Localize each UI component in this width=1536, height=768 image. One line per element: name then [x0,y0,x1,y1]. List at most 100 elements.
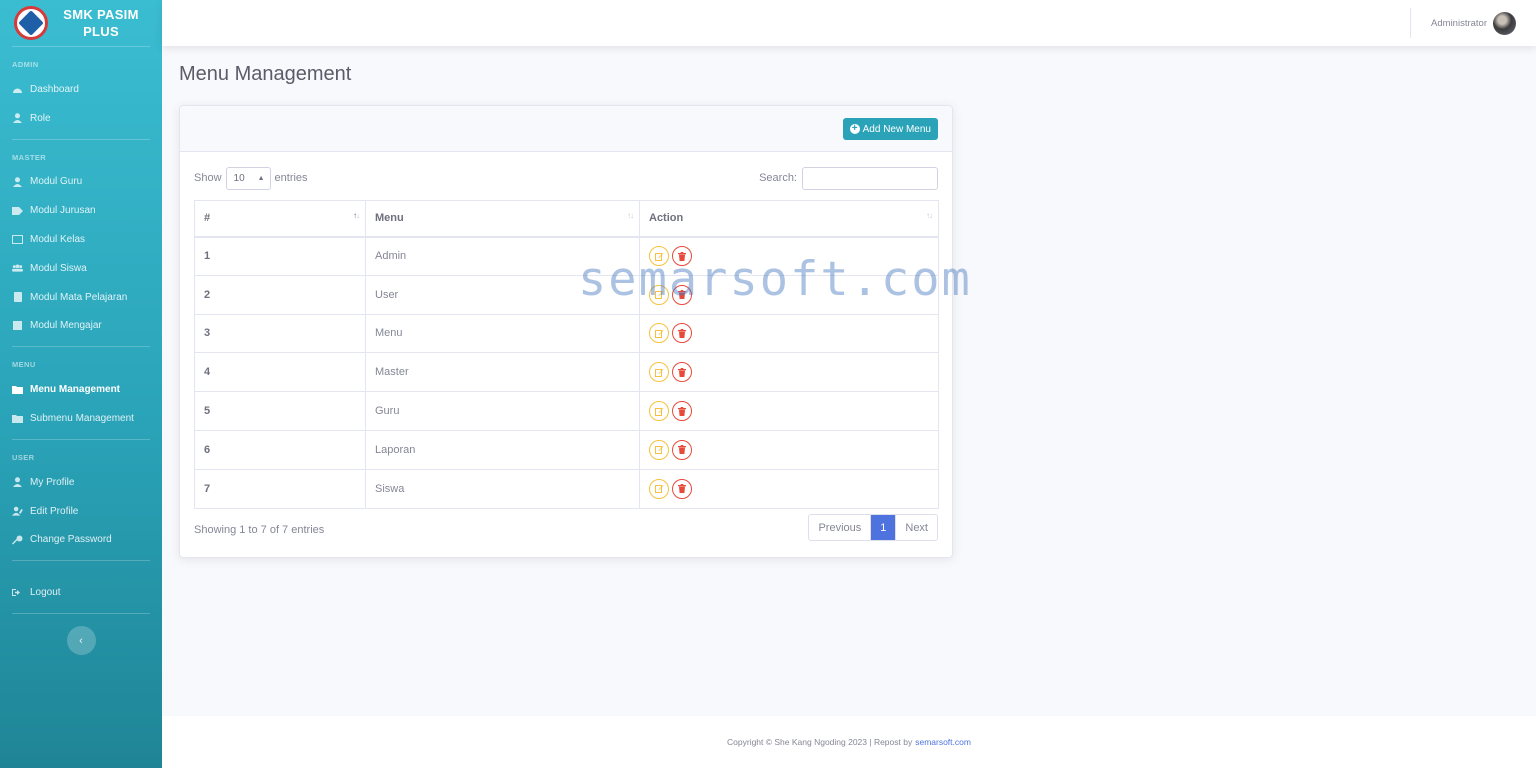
sidebar-item-label: Modul Mengajar [30,320,102,332]
sidebar-item-modul-guru[interactable]: Modul Guru [0,168,162,197]
sidebar-item-logout[interactable]: Logout [0,578,162,607]
edit-button[interactable] [649,362,669,383]
add-new-menu-label: Add New Menu [862,123,931,135]
pagination-previous[interactable]: Previous [809,515,872,540]
sidebar-heading-user: USER [12,452,35,462]
user-edit-icon [12,506,23,516]
avatar [1493,11,1516,35]
sidebar-heading-menu: MENU [12,360,36,370]
delete-button[interactable] [672,323,692,344]
username: Administrator [1431,17,1487,29]
sidebar-divider [12,613,150,615]
page-length-select[interactable]: 10 ▲︎ [225,166,271,190]
sidebar-brand[interactable]: SMK PASIM PLUS [0,0,162,46]
sidebar-item-label: Modul Jurusan [30,205,96,217]
sidebar-item-dashboard[interactable]: Dashboard [0,75,162,104]
sidebar-item-modul-mengajar[interactable]: Modul Mengajar [0,312,162,341]
sidebar-item-label: Role [30,112,51,124]
pagination: Previous 1 Next [808,514,938,541]
edit-button[interactable] [649,401,669,422]
chevron-left-icon: ‹ [79,634,83,647]
edit-icon [654,252,663,261]
folder-open-icon [12,414,23,424]
table-row: 6 Laporan [194,429,939,470]
tag-icon [12,206,23,216]
book-icon [12,292,23,303]
row-actions [639,429,939,470]
key-icon [12,535,23,545]
row-number: 2 [194,274,366,315]
sort-icon: ↑↓ [926,211,933,220]
search-control: Search: [759,166,938,190]
sidebar-item-edit-profile[interactable]: Edit Profile [0,497,162,526]
edit-button[interactable] [649,246,669,267]
footer-text: Copyright © She Kang Ngoding 2023 | Repo… [727,737,913,747]
menu-table-card: + Add New Menu Show 10 ▲︎ entries Search… [179,105,953,558]
delete-button[interactable] [672,362,692,383]
row-actions [639,468,939,509]
edit-button[interactable] [649,323,669,344]
brand-name: SMK PASIM PLUS [63,7,139,39]
table-row: 1 Admin [194,236,939,276]
sidebar-item-modul-mata-pelajaran[interactable]: Modul Mata Pelajaran [0,283,162,312]
delete-button[interactable] [672,246,692,267]
user-dropdown[interactable]: Administrator [1410,8,1516,38]
school-logo-icon [14,6,48,40]
sidebar-item-label: My Profile [30,476,75,488]
sidebar-heading-admin: ADMIN [12,60,39,69]
sidebar-item-change-password[interactable]: Change Password [0,526,162,555]
column-header-menu[interactable]: Menu ↑↓ [365,200,640,238]
sidebar-item-my-profile[interactable]: My Profile [0,468,162,497]
row-menu-name: Siswa [365,468,640,509]
sign-out-icon [12,588,23,598]
menu-table: # ↑↓ Menu ↑↓ Action ↑↓ 1 Admin 2 User 3 Menu 4 Mas… [194,200,939,509]
table-header-row: # ↑↓ Menu ↑↓ Action ↑↓ [194,200,939,238]
edit-button[interactable] [649,439,669,460]
table-row: 4 Master [194,352,939,393]
row-actions [639,391,939,431]
delete-button[interactable] [672,478,692,499]
pagination-next[interactable]: Next [895,515,937,540]
pagination-page-1[interactable]: 1 [871,515,896,540]
sidebar-item-submenu-management[interactable]: Submenu Management [0,404,162,433]
table-row: 7 Siswa [194,468,939,509]
trash-icon [678,251,686,261]
trash-icon [678,367,686,377]
page-title: Menu Management [179,63,352,85]
search-input[interactable] [802,166,938,190]
row-menu-name: Master [365,352,640,393]
add-new-menu-button[interactable]: + Add New Menu [842,118,938,140]
delete-button[interactable] [672,439,692,460]
sidebar-item-menu-management[interactable]: Menu Management [0,375,162,404]
row-number: 3 [194,313,366,354]
sidebar: SMK PASIM PLUS ADMIN Dashboard Role MAST… [0,0,162,768]
table-row: 5 Guru [194,391,939,431]
column-header-action[interactable]: Action ↑↓ [639,200,939,238]
edit-button[interactable] [649,284,669,305]
delete-button[interactable] [672,284,692,305]
row-actions [639,313,939,354]
column-header-number[interactable]: # ↑↓ [194,200,366,238]
sidebar-toggle-button[interactable]: ‹ [66,626,96,656]
trash-icon [678,484,686,494]
edit-icon [654,485,663,494]
row-menu-name: Admin [365,236,640,276]
plus-circle-icon: + [849,124,860,134]
delete-button[interactable] [672,401,692,422]
sidebar-item-role[interactable]: Role [0,104,162,133]
folder-icon [12,385,23,395]
edit-icon [654,407,663,416]
row-menu-name: User [365,274,640,315]
sidebar-item-modul-siswa[interactable]: Modul Siswa [0,254,162,283]
sidebar-item-label: Modul Mata Pelajaran [30,291,128,303]
edit-icon [654,291,663,300]
trash-icon [678,290,686,300]
sidebar-item-label: Submenu Management [30,413,134,425]
sidebar-item-modul-kelas[interactable]: Modul Kelas [0,225,162,254]
row-menu-name: Menu [365,313,640,354]
row-menu-name: Guru [365,391,640,431]
edit-button[interactable] [649,478,669,499]
search-label: Search: [759,172,797,184]
sidebar-item-modul-jurusan[interactable]: Modul Jurusan [0,196,162,225]
footer-link[interactable]: semarsoft.com [915,737,971,747]
